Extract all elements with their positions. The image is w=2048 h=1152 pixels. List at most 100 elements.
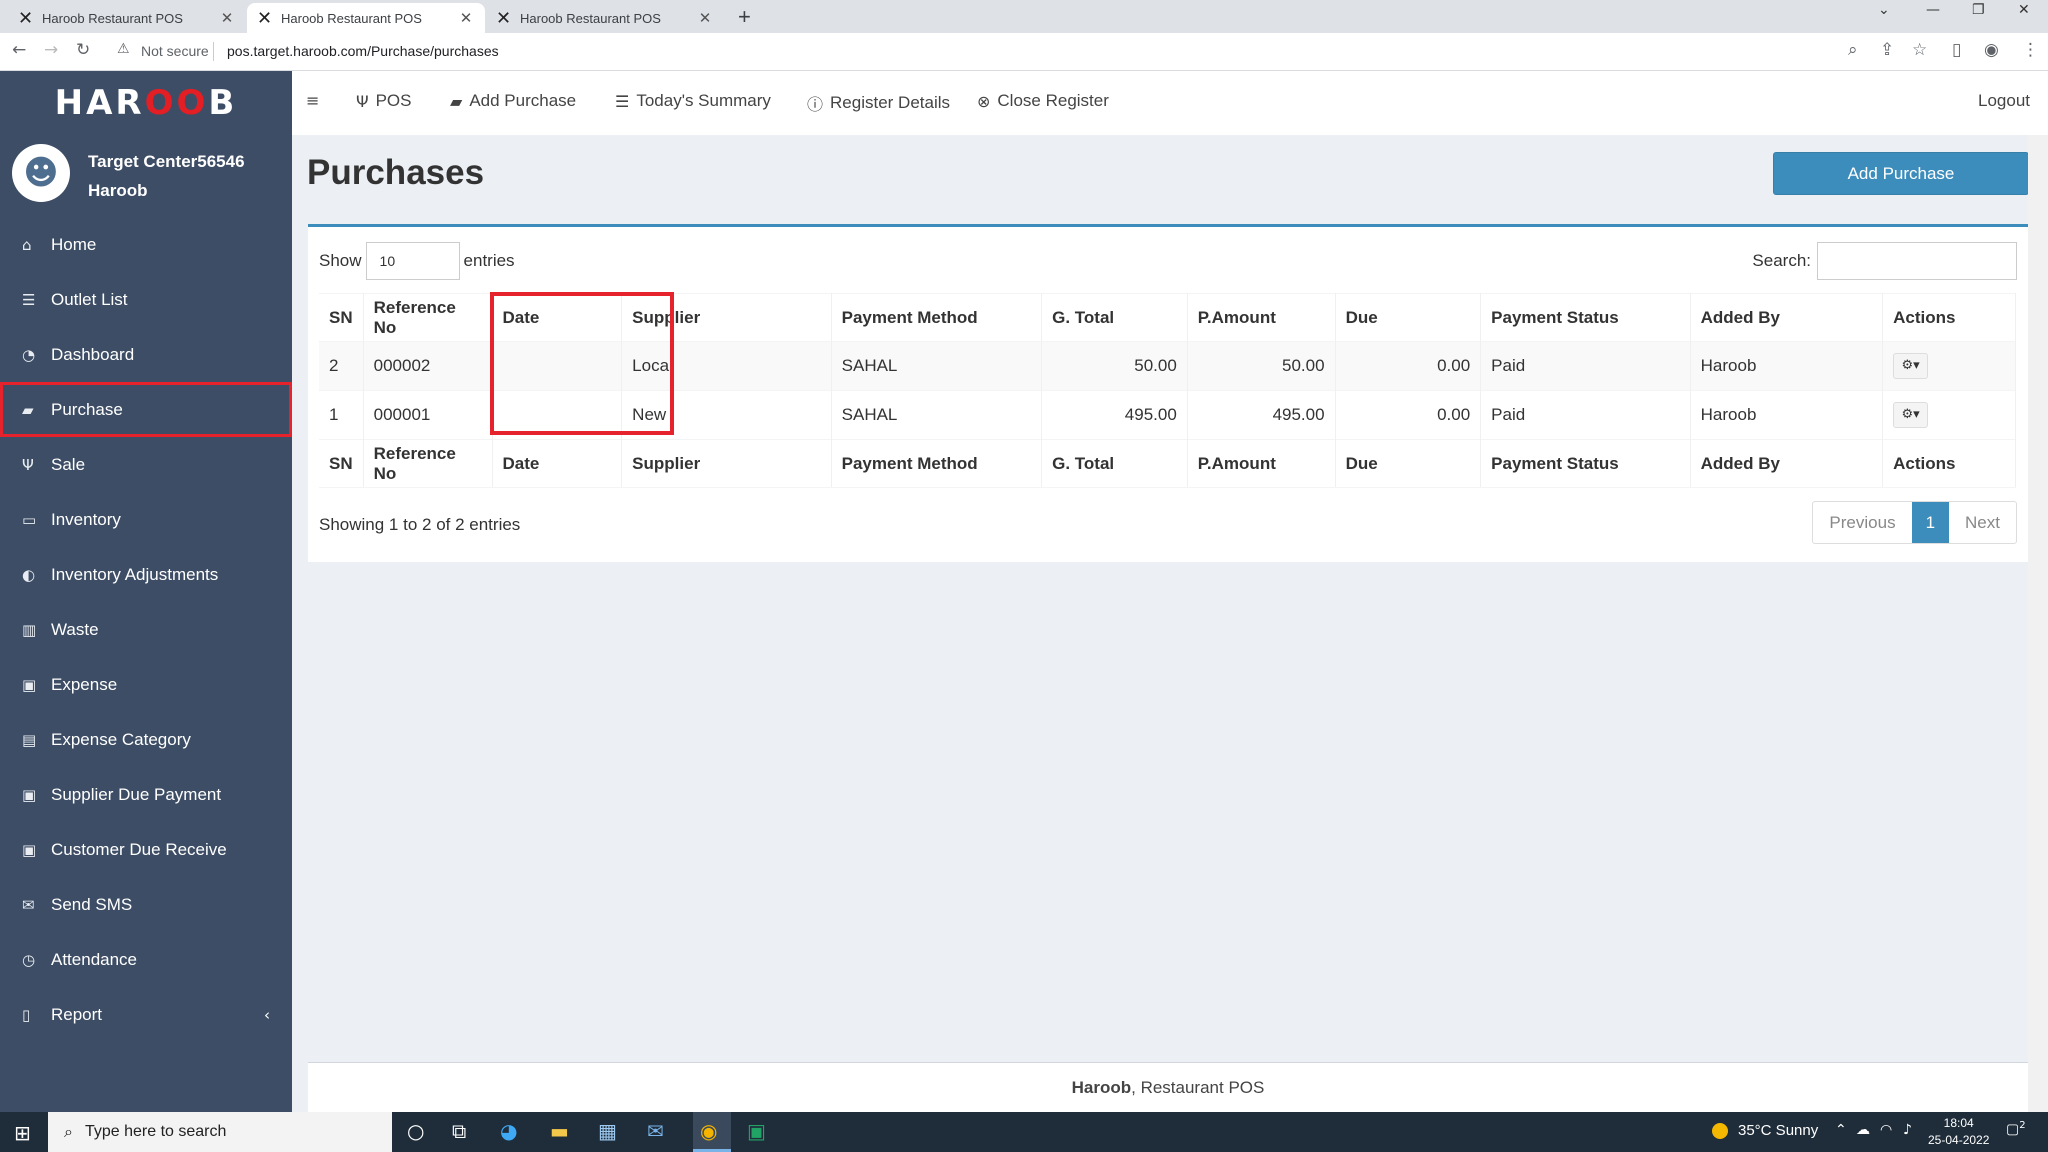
close-tab-icon[interactable]: ✕	[457, 9, 475, 27]
window-close-icon[interactable]: ✕	[2018, 2, 2030, 18]
profile-icon[interactable]: ◉	[1984, 40, 1999, 60]
column-footer: Payment Method	[831, 439, 1043, 488]
restore-icon[interactable]: ❐	[1972, 2, 1985, 18]
cortana-icon[interactable]: ○	[407, 1119, 424, 1143]
nav-pos[interactable]: Ψ POS	[356, 91, 412, 111]
security-label[interactable]: Not secure	[141, 43, 209, 59]
sidebar-item-inventory[interactable]: ▭ Inventory	[0, 492, 292, 547]
nav-todays-summary[interactable]: ☰ Today's Summary	[615, 91, 771, 111]
clock-date: 25-04-2022	[1928, 1133, 1990, 1147]
browser-tab[interactable]: ✕ Haroob Restaurant POS ✕	[8, 3, 246, 33]
column-header[interactable]: Date	[492, 293, 623, 342]
tab-search-icon[interactable]: ⌄	[1878, 2, 1890, 18]
page-button[interactable]: 1	[1911, 502, 1950, 543]
new-tab-icon[interactable]: +	[738, 4, 751, 30]
column-header[interactable]: Payment Method	[831, 293, 1043, 342]
sidebar-item-home[interactable]: ⌂ Home	[0, 217, 292, 272]
next-button[interactable]: Next	[1949, 502, 2016, 543]
brand-logo[interactable]: HAR OO B	[0, 71, 292, 135]
info-icon: ⓘ	[807, 95, 824, 114]
minimize-icon[interactable]: —	[1926, 2, 1940, 18]
page-scrollbar[interactable]	[2028, 135, 2048, 1112]
sidebar-item-attendance[interactable]: ◷ Attendance	[0, 932, 292, 987]
column-header[interactable]: Added By	[1690, 293, 1884, 342]
side-panel-icon[interactable]: ▯	[1952, 40, 1961, 60]
close-tab-icon[interactable]: ✕	[218, 9, 236, 27]
envelope-icon: ✉	[22, 895, 35, 914]
sidebar-item-expense[interactable]: ▣ Expense	[0, 657, 292, 712]
tray-chevron-icon[interactable]: ⌃	[1835, 1122, 1847, 1138]
zoom-icon[interactable]: ⌕	[1848, 40, 1858, 60]
gear-dropdown-icon[interactable]: ⚙▾	[1893, 353, 1929, 379]
share-icon[interactable]: ⇪	[1880, 40, 1894, 60]
avatar: ☻	[12, 144, 70, 202]
notification-icon[interactable]: ▢2	[2006, 1120, 2026, 1138]
cell-date	[492, 390, 623, 440]
task-view-icon[interactable]: ⧉	[452, 1119, 466, 1143]
nav-label: Today's Summary	[636, 91, 771, 110]
sidebar-item-report[interactable]: ▯ Report ‹	[0, 987, 292, 1042]
sidebar-item-label: Expense	[51, 674, 118, 694]
sidebar-item-label: Waste	[51, 619, 99, 639]
taskbar-search[interactable]: ⌕ Type here to search	[48, 1112, 392, 1152]
nav-add-purchase[interactable]: ▰ Add Purchase	[450, 91, 576, 111]
windows-start-icon[interactable]: ⊞	[14, 1121, 31, 1145]
footer-text: , Restaurant POS	[1131, 1077, 1265, 1097]
bookmark-star-icon[interactable]: ☆	[1912, 40, 1927, 60]
browser-tab[interactable]: ✕ Haroob Restaurant POS ✕	[486, 3, 724, 33]
add-purchase-button[interactable]: Add Purchase	[1773, 152, 2029, 195]
entries-length-control: Show 10 entries	[319, 242, 515, 280]
volume-icon[interactable]: ♪	[1903, 1122, 1912, 1138]
main-content: Purchases Add Purchase Show 10 entries S…	[292, 135, 2048, 1060]
sidebar-item-purchase[interactable]: ▰ Purchase	[0, 382, 292, 437]
column-header[interactable]: Reference No	[363, 293, 493, 342]
sidebar-item-supplier-due-payment[interactable]: ▣ Supplier Due Payment	[0, 767, 292, 822]
clock[interactable]: 18:04 25-04-2022	[1928, 1115, 1989, 1149]
sidebar-item-inventory-adjustments[interactable]: ◐ Inventory Adjustments	[0, 547, 292, 602]
menu-dots-icon[interactable]: ⋮	[2022, 40, 2039, 60]
column-header[interactable]: P.Amount	[1187, 293, 1336, 342]
user-label: Haroob	[88, 181, 148, 200]
cell-payment-method: SAHAL	[831, 390, 1043, 440]
file-explorer-icon[interactable]: ▬	[550, 1119, 569, 1143]
cloud-icon[interactable]: ☁	[1856, 1122, 1870, 1138]
column-header[interactable]: Due	[1335, 293, 1482, 342]
entries-select[interactable]: 10	[365, 242, 460, 280]
column-header[interactable]: Supplier	[621, 293, 832, 342]
store-icon[interactable]: ▦	[598, 1119, 617, 1143]
network-icon[interactable]: ◠	[1880, 1122, 1892, 1138]
browser-tab-active[interactable]: ✕ Haroob Restaurant POS ✕	[247, 3, 485, 33]
mail-icon[interactable]: ✉	[647, 1119, 664, 1143]
url-field[interactable]: pos.target.haroob.com/Purchase/purchases	[227, 43, 499, 59]
edge-icon[interactable]: ◕	[500, 1119, 517, 1143]
close-tab-icon[interactable]: ✕	[696, 9, 714, 27]
back-icon[interactable]: ←	[12, 40, 26, 60]
forward-icon[interactable]: →	[44, 40, 58, 60]
gear-dropdown-icon[interactable]: ⚙▾	[1893, 402, 1929, 428]
sidebar-item-waste[interactable]: ▥ Waste	[0, 602, 292, 657]
excel-icon[interactable]: ▣	[747, 1119, 766, 1143]
reload-icon[interactable]: ↻	[76, 40, 90, 60]
sidebar-item-expense-category[interactable]: ▤ Expense Category	[0, 712, 292, 767]
sidebar-item-customer-due-receive[interactable]: ▣ Customer Due Receive	[0, 822, 292, 877]
column-header[interactable]: Payment Status	[1480, 293, 1691, 342]
search-input[interactable]	[1817, 242, 2017, 280]
logout-link[interactable]: Logout	[1978, 91, 2030, 111]
chrome-icon[interactable]: ◉	[700, 1119, 717, 1143]
column-header[interactable]: G. Total	[1041, 293, 1188, 342]
entries-label: entries	[463, 251, 515, 270]
sidebar-item-outlet-list[interactable]: ☰ Outlet List	[0, 272, 292, 327]
sidebar-item-send-sms[interactable]: ✉ Send SMS	[0, 877, 292, 932]
sidebar-item-dashboard[interactable]: ◔ Dashboard	[0, 327, 292, 382]
nav-register-details[interactable]: ⓘ Register Details	[807, 91, 950, 115]
table-row: 2 000002 Local SAHAL 50.00 50.00 0.00 Pa…	[319, 341, 2016, 391]
weather-widget[interactable]: 35°C Sunny	[1712, 1122, 1818, 1139]
sidebar-item-sale[interactable]: Ψ Sale	[0, 437, 292, 492]
sidebar-toggle-icon[interactable]: ≡	[306, 91, 326, 110]
cell-sn: 1	[319, 390, 364, 440]
nav-close-register[interactable]: ⊗ Close Register	[977, 91, 1109, 111]
column-header[interactable]: SN	[319, 293, 364, 342]
inbox-icon: ▭	[22, 510, 37, 529]
previous-button[interactable]: Previous	[1813, 502, 1911, 543]
sidebar-menu: ⌂ Home ☰ Outlet List ◔ Dashboard ▰ Purchase …	[0, 217, 292, 1042]
